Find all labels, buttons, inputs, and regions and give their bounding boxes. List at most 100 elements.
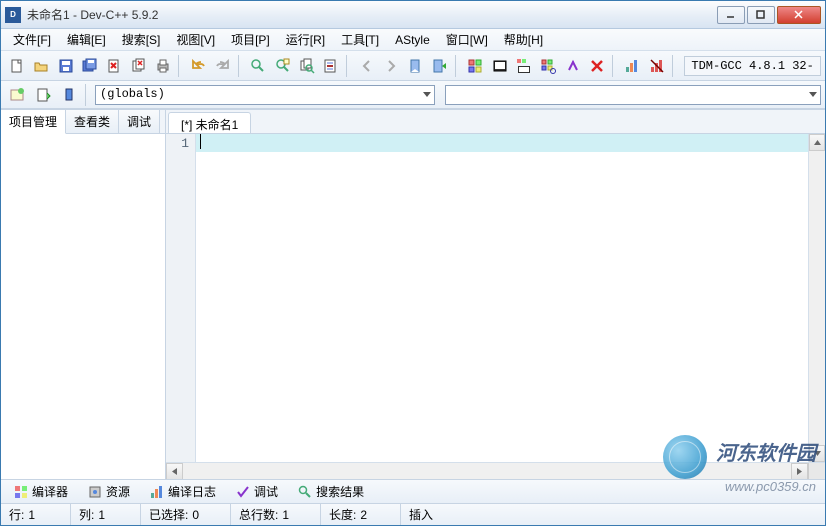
status-insert: 插入 (409, 506, 433, 523)
menu-help[interactable]: 帮助[H] (496, 29, 551, 50)
toolbar-separator (85, 84, 91, 106)
status-total-value: 1 (282, 508, 289, 522)
undo-button[interactable] (187, 54, 210, 78)
run-button[interactable] (488, 54, 511, 78)
tab-debug-bottom[interactable]: 调试 (227, 480, 287, 503)
clean-button[interactable] (645, 54, 668, 78)
status-line-label: 行: (9, 506, 24, 523)
toggle-bookmark-button[interactable] (57, 83, 81, 107)
project-tree[interactable] (1, 134, 165, 479)
menu-search[interactable]: 搜索[S] (114, 29, 169, 50)
goto-bookmark-button[interactable] (428, 54, 451, 78)
rebuild-button[interactable] (537, 54, 560, 78)
status-column: 列: 1 (71, 504, 141, 525)
app-window: D 未命名1 - Dev-C++ 5.9.2 文件[F] 编辑[E] 搜索[S]… (0, 0, 826, 526)
text-cursor (200, 134, 201, 149)
insert-button[interactable] (31, 83, 55, 107)
nav-back-button[interactable] (355, 54, 378, 78)
open-button[interactable] (29, 54, 52, 78)
goto-line-button[interactable] (320, 54, 343, 78)
file-tab-untitled[interactable]: [*] 未命名1 (168, 112, 251, 133)
find-in-files-button[interactable] (295, 54, 318, 78)
close-file-button[interactable] (103, 54, 126, 78)
scroll-up-button[interactable] (809, 134, 825, 151)
line-gutter: 1 (166, 134, 196, 462)
tab-label: 搜索结果 (316, 483, 364, 500)
replace-button[interactable] (271, 54, 294, 78)
nav-forward-button[interactable] (379, 54, 402, 78)
minimize-button[interactable] (717, 6, 745, 24)
search-icon (298, 485, 312, 499)
menu-project[interactable]: 项目[P] (223, 29, 278, 50)
status-line-value: 1 (28, 508, 35, 522)
status-col-value: 1 (98, 508, 105, 522)
toolbar-separator (612, 55, 618, 77)
status-sel-value: 0 (192, 508, 199, 522)
close-all-button[interactable] (127, 54, 150, 78)
tab-project[interactable]: 项目管理 (1, 110, 66, 134)
horizontal-scrollbar[interactable] (166, 462, 825, 479)
tab-resources[interactable]: 资源 (79, 480, 139, 503)
menu-tools[interactable]: 工具[T] (333, 29, 387, 50)
menu-window[interactable]: 窗口[W] (438, 29, 496, 50)
menu-run[interactable]: 运行[R] (278, 29, 333, 50)
find-button[interactable] (246, 54, 269, 78)
stop-button[interactable] (585, 54, 608, 78)
menu-view[interactable]: 视图[V] (168, 29, 223, 50)
tab-label: 编译器 (32, 483, 68, 500)
menu-astyle[interactable]: AStyle (387, 31, 438, 49)
editor-body: 1 (166, 134, 825, 462)
tab-label: 编译日志 (168, 483, 216, 500)
close-button[interactable] (777, 6, 821, 24)
print-button[interactable] (151, 54, 174, 78)
compile-run-button[interactable] (512, 54, 535, 78)
code-line (196, 134, 808, 152)
gutter-line-number: 1 (166, 136, 189, 151)
new-file-button[interactable] (5, 54, 28, 78)
scroll-down-button[interactable] (809, 445, 825, 462)
tab-classes[interactable]: 查看类 (66, 110, 119, 133)
status-mode: 插入 (401, 504, 825, 525)
tab-debug[interactable]: 调试 (119, 110, 160, 133)
scope-combo[interactable]: (globals) (95, 85, 435, 105)
redo-button[interactable] (211, 54, 234, 78)
save-button[interactable] (54, 54, 77, 78)
left-panel-tabs: 项目管理 查看类 调试 (1, 110, 165, 134)
scroll-right-button[interactable] (791, 463, 808, 479)
statusbar: 行: 1 列: 1 已选择: 0 总行数: 1 长度: 2 插入 (1, 503, 825, 525)
scroll-track[interactable] (809, 151, 825, 445)
toolbar-secondary: (globals) (1, 81, 825, 109)
status-length: 长度: 2 (321, 504, 401, 525)
status-sel-label: 已选择: (149, 506, 188, 523)
tab-label: 资源 (106, 483, 130, 500)
menu-edit[interactable]: 编辑[E] (59, 29, 114, 50)
left-panel: 项目管理 查看类 调试 (1, 110, 166, 479)
compiler-selector[interactable]: TDM-GCC 4.8.1 32- (684, 56, 820, 76)
tab-find-results[interactable]: 搜索结果 (289, 480, 373, 503)
compile-button[interactable] (463, 54, 486, 78)
scroll-left-button[interactable] (166, 463, 183, 479)
file-tabs: [*] 未命名1 (166, 110, 825, 134)
app-icon: D (5, 7, 21, 23)
member-combo[interactable] (445, 85, 821, 105)
new-project-button[interactable] (5, 83, 29, 107)
check-icon (236, 485, 250, 499)
save-all-button[interactable] (78, 54, 101, 78)
tab-compile-log[interactable]: 编译日志 (141, 480, 225, 503)
toolbar-separator (455, 55, 461, 77)
profile-button[interactable] (621, 54, 644, 78)
status-total-lines: 总行数: 1 (231, 504, 321, 525)
code-editor[interactable] (196, 134, 808, 462)
menu-file[interactable]: 文件[F] (5, 29, 59, 50)
toolbar-main: TDM-GCC 4.8.1 32- (1, 51, 825, 81)
toolbar-separator (672, 55, 678, 77)
maximize-button[interactable] (747, 6, 775, 24)
tab-compiler[interactable]: 编译器 (5, 480, 77, 503)
scope-value: (globals) (100, 87, 165, 101)
menubar: 文件[F] 编辑[E] 搜索[S] 视图[V] 项目[P] 运行[R] 工具[T… (1, 29, 825, 51)
scroll-track-h[interactable] (183, 463, 791, 479)
debug-button[interactable] (561, 54, 584, 78)
editor-area: [*] 未命名1 1 (166, 110, 825, 479)
vertical-scrollbar[interactable] (808, 134, 825, 462)
bookmark-button[interactable] (404, 54, 427, 78)
